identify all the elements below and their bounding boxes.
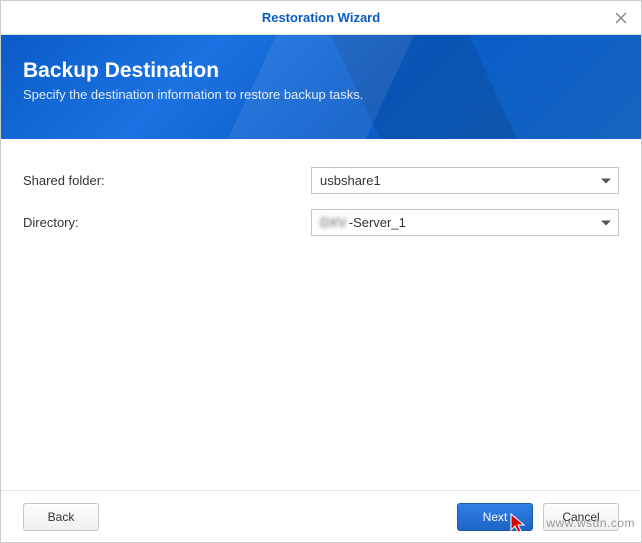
shared-folder-value: usbshare1 <box>320 173 381 188</box>
back-button[interactable]: Back <box>23 503 99 531</box>
footer: Back Next Cancel www.wsdn.com <box>1 490 641 542</box>
close-icon <box>615 12 627 24</box>
banner: Backup Destination Specify the destinati… <box>1 35 641 139</box>
directory-row: Directory: DXV-Server_1 <box>23 209 619 236</box>
content-area: Shared folder: usbshare1 Directory: DXV-… <box>1 139 641 490</box>
next-button[interactable]: Next <box>457 503 533 531</box>
directory-label: Directory: <box>23 215 311 230</box>
window-title: Restoration Wizard <box>262 10 380 25</box>
titlebar: Restoration Wizard <box>1 1 641 35</box>
directory-select[interactable]: DXV-Server_1 <box>311 209 619 236</box>
directory-value-prefix: DXV <box>320 215 347 230</box>
directory-value-suffix: -Server_1 <box>349 215 406 230</box>
restoration-wizard-dialog: Restoration Wizard Backup Destination Sp… <box>0 0 642 543</box>
shared-folder-select[interactable]: usbshare1 <box>311 167 619 194</box>
banner-subtitle: Specify the destination information to r… <box>23 87 619 102</box>
cancel-button[interactable]: Cancel <box>543 503 619 531</box>
shared-folder-label: Shared folder: <box>23 173 311 188</box>
banner-title: Backup Destination <box>23 59 619 83</box>
close-button[interactable] <box>601 1 641 35</box>
shared-folder-row: Shared folder: usbshare1 <box>23 167 619 194</box>
